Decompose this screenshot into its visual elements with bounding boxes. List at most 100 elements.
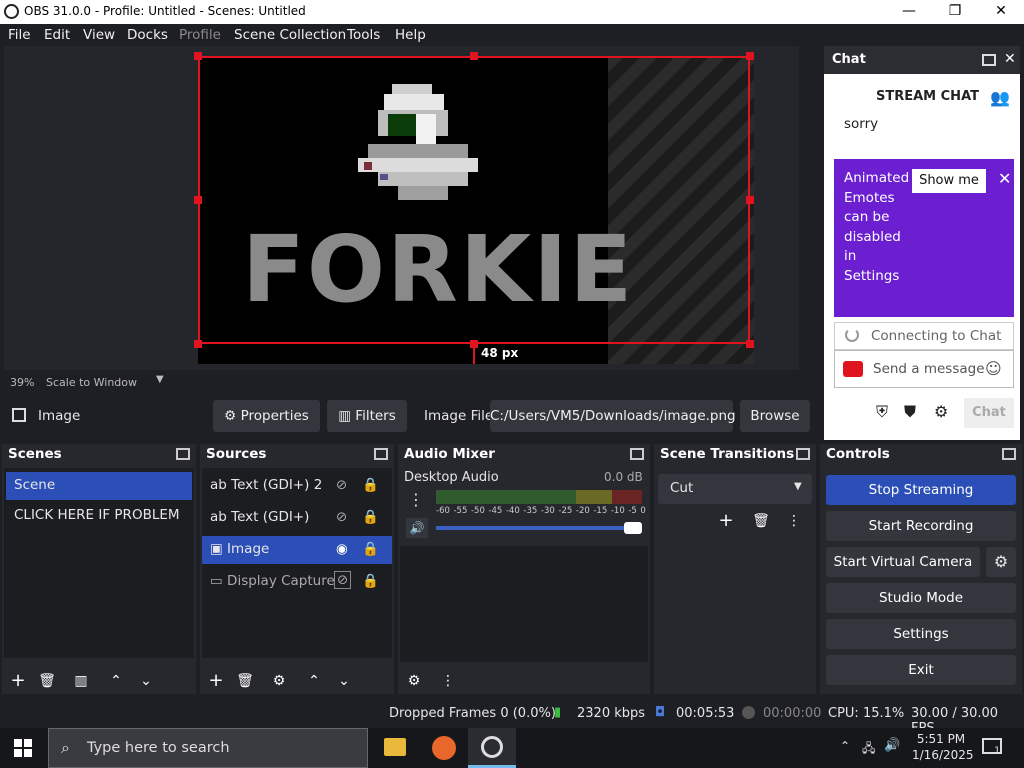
trash-icon[interactable]: 🗑 — [233, 670, 257, 692]
camera-icon[interactable] — [843, 361, 863, 377]
menu-tools[interactable]: Tools — [347, 27, 380, 43]
eye-hidden-icon[interactable]: ⊘ — [336, 509, 347, 525]
gear-icon[interactable]: ⚙ — [402, 670, 426, 692]
volume-slider-handle[interactable] — [624, 522, 642, 534]
lock-icon[interactable]: 🔒 — [362, 509, 379, 525]
gear-icon[interactable]: ⚙ — [267, 670, 291, 692]
filters-button[interactable]: ▥ Filters — [327, 400, 407, 432]
scene-item[interactable]: Scene — [6, 472, 192, 500]
close-icon[interactable]: ✕ — [998, 169, 1011, 188]
start-virtual-camera-button[interactable]: Start Virtual Camera — [826, 547, 980, 577]
emoji-icon[interactable]: ☺ — [985, 359, 1002, 378]
up-icon[interactable]: ⌃ — [302, 670, 326, 692]
obs-taskbar-item[interactable] — [468, 728, 516, 768]
scale-tick: -20 — [575, 506, 590, 516]
preview-area[interactable]: FORKIE 48 px — [4, 46, 799, 370]
float-icon[interactable] — [630, 448, 644, 460]
menu-profile[interactable]: Profile — [179, 27, 221, 43]
float-icon[interactable] — [1002, 448, 1016, 460]
network-icon[interactable]: 🖧 — [862, 739, 875, 760]
transition-select[interactable]: Cut ▼ — [658, 474, 812, 504]
users-icon[interactable]: 👥 — [990, 88, 1010, 107]
down-icon[interactable]: ⌄ — [332, 670, 356, 692]
float-icon[interactable] — [374, 448, 388, 460]
stop-streaming-button[interactable]: Stop Streaming — [826, 475, 1016, 505]
menu-icon[interactable]: ⋮ — [436, 670, 460, 692]
windows-start-icon[interactable] — [14, 739, 32, 757]
menu-help[interactable]: Help — [395, 27, 426, 43]
show-me-button[interactable]: Show me — [912, 169, 986, 193]
audio-mixer-title: Audio Mixer — [404, 446, 495, 462]
menu-icon[interactable]: ⋮ — [782, 510, 806, 532]
menu-view[interactable]: View — [83, 27, 115, 43]
minimize-button[interactable]: — — [886, 0, 932, 24]
zoom-dropdown-icon[interactable]: ▼ — [156, 374, 164, 385]
filter-icon[interactable]: ▥ — [69, 670, 93, 692]
signal-icon: ▮ — [554, 705, 562, 720]
start-recording-button[interactable]: Start Recording — [826, 511, 1016, 541]
lock-icon[interactable]: 🔒 — [362, 573, 379, 589]
trash-icon[interactable]: 🗑 — [749, 510, 773, 532]
shield-icon[interactable]: ⛨ — [876, 402, 888, 422]
resize-handle-right[interactable] — [746, 196, 754, 204]
scale-tick: -15 — [593, 506, 608, 516]
zoom-mode[interactable]: Scale to Window — [46, 376, 137, 389]
browse-button[interactable]: Browse — [740, 400, 810, 432]
source-item[interactable]: ▣ Image ◉ 🔒 — [202, 536, 392, 564]
eye-icon[interactable]: ◉ — [336, 541, 348, 557]
menu-scene-collection[interactable]: Scene Collection — [234, 27, 346, 43]
lock-icon[interactable]: 🔒 — [362, 541, 379, 557]
float-icon[interactable] — [176, 448, 190, 460]
tray-chevron-icon[interactable]: ⌃ — [840, 739, 850, 753]
add-icon[interactable]: + — [6, 670, 30, 692]
file-explorer-icon[interactable] — [384, 738, 406, 756]
float-icon[interactable] — [982, 54, 996, 66]
add-icon[interactable]: + — [204, 670, 228, 692]
volume-icon[interactable]: 🔊 — [884, 738, 900, 753]
channel-menu-icon[interactable]: ⋮ — [408, 490, 424, 509]
menu-docks[interactable]: Docks — [127, 27, 168, 43]
maximize-button[interactable]: ❐ — [932, 0, 978, 24]
volume-slider[interactable] — [436, 526, 642, 530]
gear-icon[interactable]: ⚙ — [934, 402, 948, 421]
close-button[interactable]: ✕ — [978, 0, 1024, 24]
firefox-icon[interactable] — [432, 736, 456, 760]
trash-icon[interactable]: 🗑 — [35, 670, 59, 692]
gear-icon[interactable]: ⚙ — [986, 547, 1016, 577]
settings-button[interactable]: Settings — [826, 619, 1016, 649]
image-path-field[interactable]: C:/Users/VM5/Downloads/image.png — [490, 400, 736, 432]
record-icon — [742, 706, 755, 719]
resize-handle-left[interactable] — [194, 196, 202, 204]
float-icon[interactable] — [796, 448, 810, 460]
source-item[interactable]: ab Text (GDI+) 2 ⊘ 🔒 — [202, 472, 392, 500]
points-icon[interactable]: ⛊ — [904, 402, 916, 422]
scene-item[interactable]: CLICK HERE IF PROBLEM — [6, 502, 192, 530]
resize-handle-tr[interactable] — [746, 52, 754, 60]
studio-mode-button[interactable]: Studio Mode — [826, 583, 1016, 613]
resize-handle-top[interactable] — [470, 52, 478, 60]
up-icon[interactable]: ⌃ — [104, 670, 128, 692]
notifications-icon[interactable]: 1 — [982, 738, 1002, 756]
selection-box[interactable] — [198, 56, 750, 344]
resize-handle-tl[interactable] — [194, 52, 202, 60]
resize-handle-br[interactable] — [746, 340, 754, 348]
add-icon[interactable]: + — [714, 510, 738, 532]
resize-handle-bl[interactable] — [194, 340, 202, 348]
exit-button[interactable]: Exit — [826, 655, 1016, 685]
chat-send-button[interactable]: Chat — [964, 398, 1014, 428]
source-item[interactable]: ▭ Display Capture ⊘ 🔒 — [202, 568, 392, 596]
menu-file[interactable]: File — [8, 27, 31, 43]
send-message-input[interactable]: Send a message ☺ — [834, 350, 1014, 388]
eye-hidden-icon[interactable]: ⊘ — [334, 571, 352, 589]
taskbar-search[interactable]: ⌕ Type here to search — [48, 728, 368, 768]
clock[interactable]: 5:51 PM 1/16/2025 — [912, 731, 974, 763]
eye-hidden-icon[interactable]: ⊘ — [336, 477, 347, 493]
speaker-icon[interactable]: 🔊 — [406, 518, 428, 538]
properties-button[interactable]: ⚙ Properties — [213, 400, 320, 432]
lock-icon[interactable]: 🔒 — [362, 477, 379, 493]
source-item[interactable]: ab Text (GDI+) ⊘ 🔒 — [202, 504, 392, 532]
image-file-label: Image File — [424, 408, 494, 424]
menu-edit[interactable]: Edit — [44, 27, 70, 43]
down-icon[interactable]: ⌄ — [134, 670, 158, 692]
close-icon[interactable]: ✕ — [1004, 51, 1016, 67]
